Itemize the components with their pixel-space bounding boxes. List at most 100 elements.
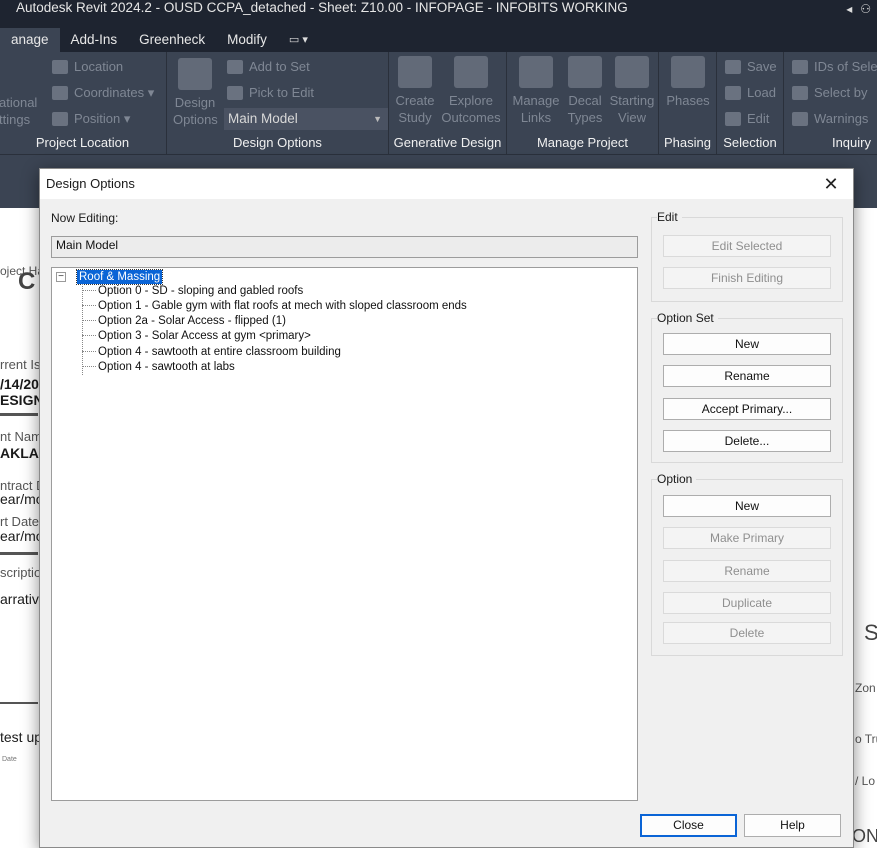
select-by-id-button[interactable]: Select by (792, 85, 867, 100)
edit-group-title: Edit (657, 210, 682, 224)
option-set-group-title: Option Set (657, 311, 718, 325)
tab-add-ins[interactable]: Add-Ins (60, 28, 129, 52)
panel-label: Generative Design (393, 135, 502, 150)
decal-icon (568, 56, 602, 88)
ids-icon (792, 59, 808, 74)
pick-to-edit-button[interactable]: Pick to Edit (227, 85, 314, 100)
panel-manage-project: Manage Links Decal Types Starting View M… (507, 52, 659, 154)
edit-selection-button[interactable]: Edit (725, 111, 769, 126)
position-icon (52, 112, 68, 126)
bg-text: rt Date (0, 514, 40, 529)
tree-item-option[interactable]: Option 4 - sawtooth at entire classroom … (82, 344, 341, 359)
tab-view-toggle[interactable]: ▭ ▾ (278, 28, 319, 52)
manage-links-button[interactable]: Manage Links (511, 56, 561, 126)
design-option-combo[interactable]: Main Model ▼ (224, 108, 388, 130)
create-study-button[interactable]: Create Study (393, 56, 437, 126)
panel-design-options: Design Options Add to Set Pick to Edit D… (167, 52, 389, 154)
collapse-icon[interactable]: − (56, 271, 66, 282)
bg-text: ESIGN (0, 392, 44, 408)
tree-item-option[interactable]: Option 3 - Solar Access at gym <primary> (82, 328, 311, 343)
close-button[interactable]: Close (640, 814, 737, 837)
bg-text: C (18, 268, 36, 295)
bg-text: ear/mo (0, 491, 44, 507)
option-rename-button[interactable]: Rename (663, 560, 831, 582)
additional-settings-button[interactable]: ational ttings (0, 94, 37, 128)
panel-label: Phasing (664, 135, 711, 150)
save-selection-button[interactable]: Save (725, 59, 777, 74)
finish-editing-button[interactable]: Finish Editing (663, 267, 831, 289)
tab-modify[interactable]: Modify (216, 28, 278, 52)
bg-divider (0, 413, 38, 416)
make-primary-button[interactable]: Make Primary (663, 527, 831, 549)
bg-text: rrent Is (0, 357, 41, 372)
chevron-down-icon: ▼ (373, 114, 382, 124)
tab-greenheck[interactable]: Greenheck (128, 28, 216, 52)
ribbon-tabs: anage Add-Ins Greenheck Modify ▭ ▾ (0, 28, 877, 52)
add-to-set-button[interactable]: Add to Set (227, 59, 310, 74)
bg-text: test up (0, 729, 43, 745)
tree-item-option[interactable]: Option 0 - SD - sloping and gabled roofs (82, 283, 303, 298)
add-to-set-icon (227, 59, 243, 74)
phases-icon (671, 56, 705, 88)
ribbon: ational ttings Location Coordinates ▾ Po… (0, 52, 877, 154)
option-group-title: Option (657, 472, 697, 486)
panel-selection: Save Load Edit Selection (717, 52, 784, 154)
option-set-rename-button[interactable]: Rename (663, 365, 831, 387)
tree-root-item[interactable]: − Roof & Massing (56, 268, 164, 285)
location-button[interactable]: Location (52, 59, 123, 74)
bg-text: o Tru (855, 732, 877, 746)
tree-item-option[interactable]: Option 4 - sawtooth at labs (82, 359, 235, 374)
edit-selected-button[interactable]: Edit Selected (663, 235, 831, 257)
panel-project-location: ational ttings Location Coordinates ▾ Po… (0, 52, 167, 154)
bg-divider (0, 552, 38, 555)
panel-label: Manage Project (536, 135, 629, 150)
duplicate-button[interactable]: Duplicate (663, 592, 831, 614)
panel-label: Inquiry (831, 135, 871, 150)
option-set-label[interactable]: Roof & Massing (75, 268, 164, 285)
explore-outcomes-icon (454, 56, 488, 88)
option-set-new-button[interactable]: New (663, 333, 831, 355)
bg-text: scriptio (0, 565, 42, 580)
panel-inquiry: IDs of Sele Select by Warnings Inquiry (784, 52, 877, 154)
warnings-button[interactable]: Warnings (792, 111, 868, 126)
panel-phasing: Phases Phasing (659, 52, 717, 154)
save-icon (725, 59, 741, 74)
edit-icon (725, 111, 741, 126)
design-options-dialog: Design Options ✕ Now Editing: Main Model… (39, 168, 854, 848)
option-set-delete-button[interactable]: Delete... (663, 430, 831, 452)
coordinates-icon (52, 86, 68, 100)
people-icon[interactable]: ⚇ (860, 2, 871, 16)
bg-text: ear/mo (0, 528, 44, 544)
bg-text: / Lo (855, 774, 876, 788)
tab-manage[interactable]: anage (0, 28, 60, 52)
bg-text: Zon (855, 681, 876, 695)
starting-view-button[interactable]: Starting View (607, 56, 657, 126)
decal-types-button[interactable]: Decal Types (563, 56, 607, 126)
panel-generative-design: Create Study Explore Outcomes Generative… (389, 52, 507, 154)
now-editing-label: Now Editing: (51, 211, 119, 225)
window-title: Autodesk Revit 2024.2 - OUSD CCPA_detach… (16, 0, 628, 15)
ids-of-selection-button[interactable]: IDs of Sele (792, 59, 877, 74)
edit-group (651, 217, 843, 302)
design-options-button[interactable]: Design Options (173, 58, 218, 128)
option-new-button[interactable]: New (663, 495, 831, 517)
panel-label: Design Options (233, 135, 322, 150)
expand-arrow-icon[interactable]: ◂ (846, 2, 852, 16)
select-icon (792, 85, 808, 100)
load-selection-button[interactable]: Load (725, 85, 776, 100)
close-icon[interactable]: ✕ (819, 172, 843, 196)
accept-primary-button[interactable]: Accept Primary... (663, 398, 831, 420)
bg-text: /14/20 (0, 376, 39, 392)
coordinates-button[interactable]: Coordinates ▾ (52, 85, 154, 101)
tree-item-option[interactable]: Option 1 - Gable gym with flat roofs at … (82, 298, 467, 313)
design-options-tree[interactable]: − Roof & Massing Option 0 - SD - sloping… (51, 267, 638, 801)
explore-outcomes-button[interactable]: Explore Outcomes (441, 56, 501, 126)
bg-divider (0, 702, 38, 704)
bg-text: arrativ (0, 591, 39, 607)
option-delete-button[interactable]: Delete (663, 622, 831, 644)
help-button[interactable]: Help (744, 814, 841, 837)
position-button[interactable]: Position ▾ (52, 111, 130, 127)
panel-label: Project Location (35, 135, 130, 150)
phases-button[interactable]: Phases (663, 56, 713, 109)
tree-item-option[interactable]: Option 2a - Solar Access - flipped (1) (82, 313, 286, 328)
